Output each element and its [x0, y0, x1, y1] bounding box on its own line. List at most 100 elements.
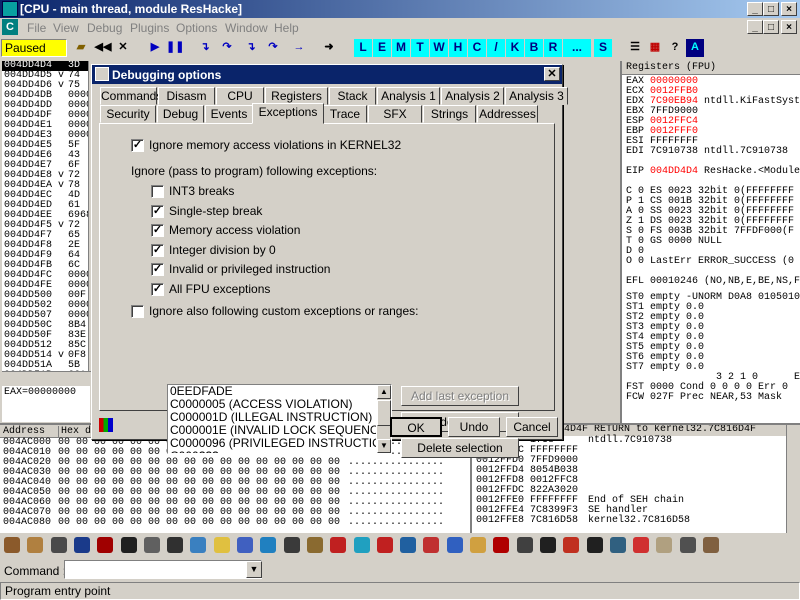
step-over-icon[interactable]: ↷ — [218, 39, 236, 57]
chevron-down-icon[interactable]: ▼ — [246, 561, 262, 578]
plugin-30-icon[interactable] — [679, 537, 696, 553]
plugin-18-icon[interactable] — [400, 537, 417, 553]
plugin-7-icon[interactable] — [143, 537, 160, 553]
tab-sfx[interactable]: SFX — [368, 105, 422, 123]
plugin-15-icon[interactable] — [330, 537, 347, 553]
scroll-up-icon[interactable]: ▲ — [377, 385, 391, 399]
plugin-4-icon[interactable] — [73, 537, 90, 553]
dump-row[interactable]: 004AC080 00 00 00 00 00 00 00 00 00 00 00… — [0, 518, 470, 528]
help-icon[interactable]: ? — [666, 39, 684, 57]
stack-row[interactable]: 0012FFE8 7C816D58 kernel32.7C816D58 — [472, 516, 800, 526]
tab-commands[interactable]: Commands — [100, 87, 162, 105]
breakpoints-button[interactable]: B — [525, 39, 543, 57]
dump-header-hex[interactable]: Hex d — [58, 426, 91, 437]
pause-icon[interactable]: ❚❚ — [166, 39, 184, 57]
plugin-12-icon[interactable] — [260, 537, 277, 553]
mdi-restore-button[interactable]: □ — [763, 20, 779, 34]
plugin-23-icon[interactable] — [516, 537, 533, 553]
mdi-minimize-button[interactable]: _ — [747, 20, 763, 34]
tab-strings[interactable]: Strings — [423, 105, 476, 123]
efl-row[interactable]: EFL 00010246 (NO,NB,E,BE,NS,F — [626, 277, 800, 287]
cancel-button[interactable]: Cancel — [506, 417, 558, 437]
plugin-25-icon[interactable] — [563, 537, 580, 553]
exception-option-checkbox[interactable]: ✓ — [151, 243, 164, 257]
plugin-22-icon[interactable] — [493, 537, 510, 553]
plugin-19-icon[interactable] — [423, 537, 440, 553]
tab-analysis-1[interactable]: Analysis 1 — [377, 87, 440, 105]
menu-window[interactable]: Window — [225, 21, 268, 35]
cpu-button[interactable]: C — [468, 39, 486, 57]
threads-button[interactable]: T — [411, 39, 429, 57]
scroll-thumb[interactable] — [377, 400, 391, 426]
close-program-icon[interactable]: ✕ — [114, 39, 132, 57]
add-last-exception-button[interactable]: Add last exception — [401, 386, 519, 406]
menu-file[interactable]: File — [27, 21, 46, 35]
command-input[interactable] — [64, 560, 262, 579]
plugin-6-icon[interactable] — [120, 537, 137, 553]
tab-events[interactable]: Events — [205, 105, 253, 123]
delete-selection-button[interactable]: Delete selection — [401, 438, 519, 458]
plugin-31-icon[interactable] — [703, 537, 719, 553]
registers-pane[interactable]: Registers (FPU) EAX 00000000 ECX 0012FFB0 ED… — [620, 61, 800, 423]
menu-debug[interactable]: Debug — [87, 21, 122, 35]
handles-button[interactable]: H — [449, 39, 467, 57]
undo-button[interactable]: Undo — [448, 417, 500, 437]
memory-map-button[interactable]: M — [392, 39, 410, 57]
exception-list-item[interactable]: C000??? — [168, 450, 376, 454]
plugin-14-icon[interactable] — [306, 537, 323, 553]
step-into-icon[interactable]: ↴ — [196, 39, 214, 57]
maximize-button[interactable]: □ — [763, 2, 779, 16]
plugin-13-icon[interactable] — [283, 537, 300, 553]
plugin-3-icon[interactable] — [50, 537, 67, 553]
references-button[interactable]: R — [544, 39, 562, 57]
mdi-close-button[interactable]: × — [781, 20, 797, 34]
plugin-16-icon[interactable] — [353, 537, 370, 553]
close-button[interactable]: × — [781, 2, 797, 16]
exception-option-checkbox[interactable]: ✓ — [151, 263, 164, 277]
run-icon[interactable]: ▶ — [146, 39, 164, 57]
appearance-icon[interactable]: A — [686, 39, 704, 57]
disassembly-pane[interactable]: 004DD4D4 3D 004DD4D5 v 74 004DD4D6 v 75 004DD4DB… — [2, 61, 89, 371]
tab-security[interactable]: Security — [100, 105, 156, 123]
colors-icon[interactable]: ▦ — [646, 39, 664, 57]
menu-plugins[interactable]: Plugins — [130, 21, 169, 35]
plugin-8-icon[interactable] — [167, 537, 184, 553]
plugin-11-icon[interactable] — [237, 537, 253, 553]
disasm-hscroll[interactable] — [2, 371, 92, 385]
ok-button[interactable]: OK — [390, 417, 442, 437]
plugin-29-icon[interactable] — [656, 537, 673, 553]
plugin-20-icon[interactable] — [446, 537, 463, 553]
trace-over-icon[interactable]: ↷ — [264, 39, 282, 57]
tab-addresses[interactable]: Addresses — [477, 105, 538, 123]
dialog-close-button[interactable]: ✕ — [544, 67, 560, 81]
ignore-kernel32-checkbox[interactable]: ✓ — [131, 139, 144, 152]
menu-options[interactable]: Options — [176, 21, 217, 35]
stack-vscroll[interactable] — [786, 425, 800, 533]
ignore-custom-checkbox[interactable] — [131, 305, 144, 318]
exception-option-checkbox[interactable]: ✓ — [151, 224, 164, 238]
exception-option-checkbox[interactable] — [151, 185, 164, 198]
plugin-21-icon[interactable] — [470, 537, 486, 553]
cpu-window-icon[interactable]: C — [2, 19, 18, 35]
register-row[interactable]: EIP 004DD4D4 ResHacke.<Module — [626, 167, 800, 177]
dump-header-address[interactable]: Address — [3, 426, 45, 437]
plugin-5-icon[interactable] — [97, 537, 114, 553]
tab-analysis-2[interactable]: Analysis 2 — [441, 87, 504, 105]
list-icon[interactable]: ☰ — [626, 39, 644, 57]
scroll-down-icon[interactable]: ▼ — [377, 439, 391, 453]
tab-stack[interactable]: Stack — [329, 87, 376, 105]
modules-button[interactable]: E — [373, 39, 391, 57]
plugin-28-icon[interactable] — [633, 537, 650, 553]
goto-address-icon[interactable]: ➜ — [320, 39, 338, 57]
plugin-10-icon[interactable] — [213, 537, 230, 553]
tab-disasm[interactable]: Disasm — [158, 87, 215, 105]
tab-trace[interactable]: Trace — [323, 105, 367, 123]
plugin-24-icon[interactable] — [539, 537, 556, 553]
flag-row[interactable]: T 0 GS 0000 NULL — [626, 237, 800, 247]
plugin-17-icon[interactable] — [376, 537, 393, 553]
log-window-button[interactable]: L — [354, 39, 372, 57]
tab-analysis-3[interactable]: Analysis 3 — [505, 87, 568, 105]
plugin-2-icon[interactable] — [27, 537, 44, 553]
windows-button[interactable]: W — [430, 39, 448, 57]
custom-exceptions-list[interactable]: 0EEDFADE C0000005 (ACCESS VIOLATION) C0000… — [167, 384, 392, 454]
